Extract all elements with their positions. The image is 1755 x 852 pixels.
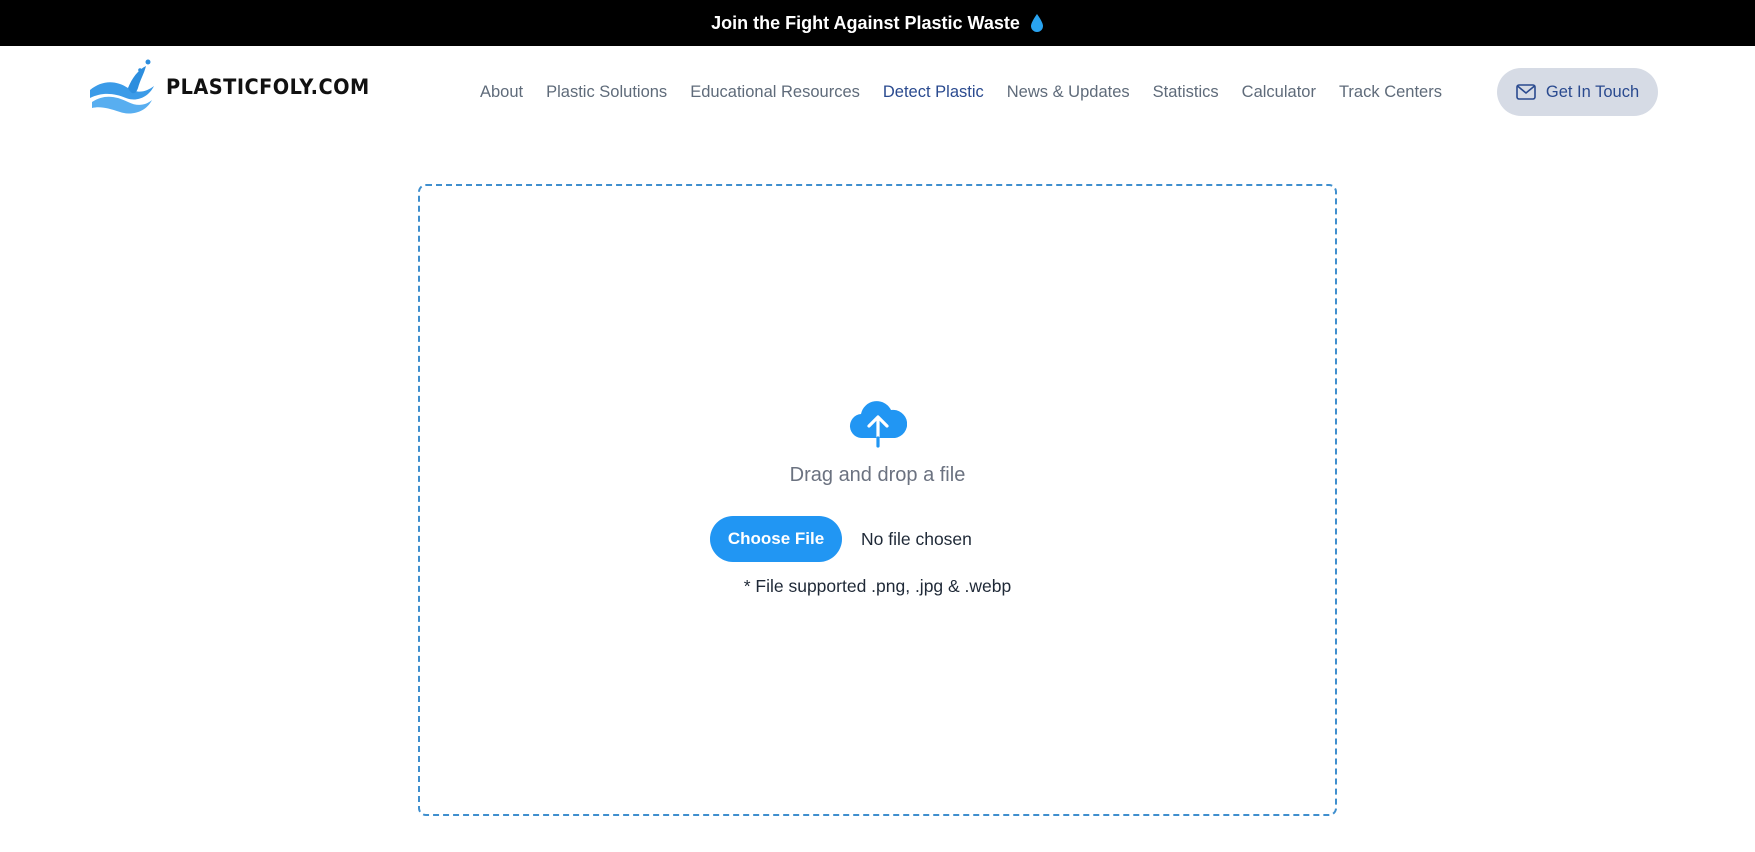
nav-about[interactable]: About (480, 83, 523, 102)
nav-track-centers[interactable]: Track Centers (1339, 83, 1442, 102)
nav-links: About Plastic Solutions Educational Reso… (480, 46, 1465, 138)
site-logo[interactable]: PLASTICFOLY.COM (88, 58, 387, 116)
announcement-text: Join the Fight Against Plastic Waste (711, 12, 1020, 33)
file-input-row: Choose File No file chosen (710, 516, 972, 562)
nav-news-updates[interactable]: News & Updates (1007, 83, 1130, 102)
get-in-touch-label: Get In Touch (1545, 82, 1640, 101)
water-drop-icon (1030, 14, 1043, 32)
drag-drop-text: Drag and drop a file (789, 464, 966, 486)
choose-file-button[interactable]: Choose File (710, 516, 842, 562)
logo-wave-icon (90, 59, 154, 114)
supported-formats-note: * File supported .png, .jpg & .webp (743, 576, 1012, 596)
mail-icon (1516, 84, 1536, 100)
file-status-text: No file chosen (861, 528, 972, 549)
navbar: PLASTICFOLY.COM About Plastic Solutions … (0, 46, 1755, 138)
file-dropzone[interactable]: Drag and drop a file Choose File No file… (418, 184, 1337, 816)
nav-statistics[interactable]: Statistics (1153, 83, 1219, 102)
cloud-upload-icon (850, 401, 907, 448)
logo-text: PLASTICFOLY.COM (166, 75, 370, 99)
nav-calculator[interactable]: Calculator (1242, 83, 1316, 102)
nav-plastic-solutions[interactable]: Plastic Solutions (546, 83, 667, 102)
nav-detect-plastic[interactable]: Detect Plastic (883, 83, 984, 102)
get-in-touch-button[interactable]: Get In Touch (1497, 68, 1658, 116)
nav-educational-resources[interactable]: Educational Resources (690, 83, 860, 102)
announcement-bar: Join the Fight Against Plastic Waste (0, 0, 1755, 46)
